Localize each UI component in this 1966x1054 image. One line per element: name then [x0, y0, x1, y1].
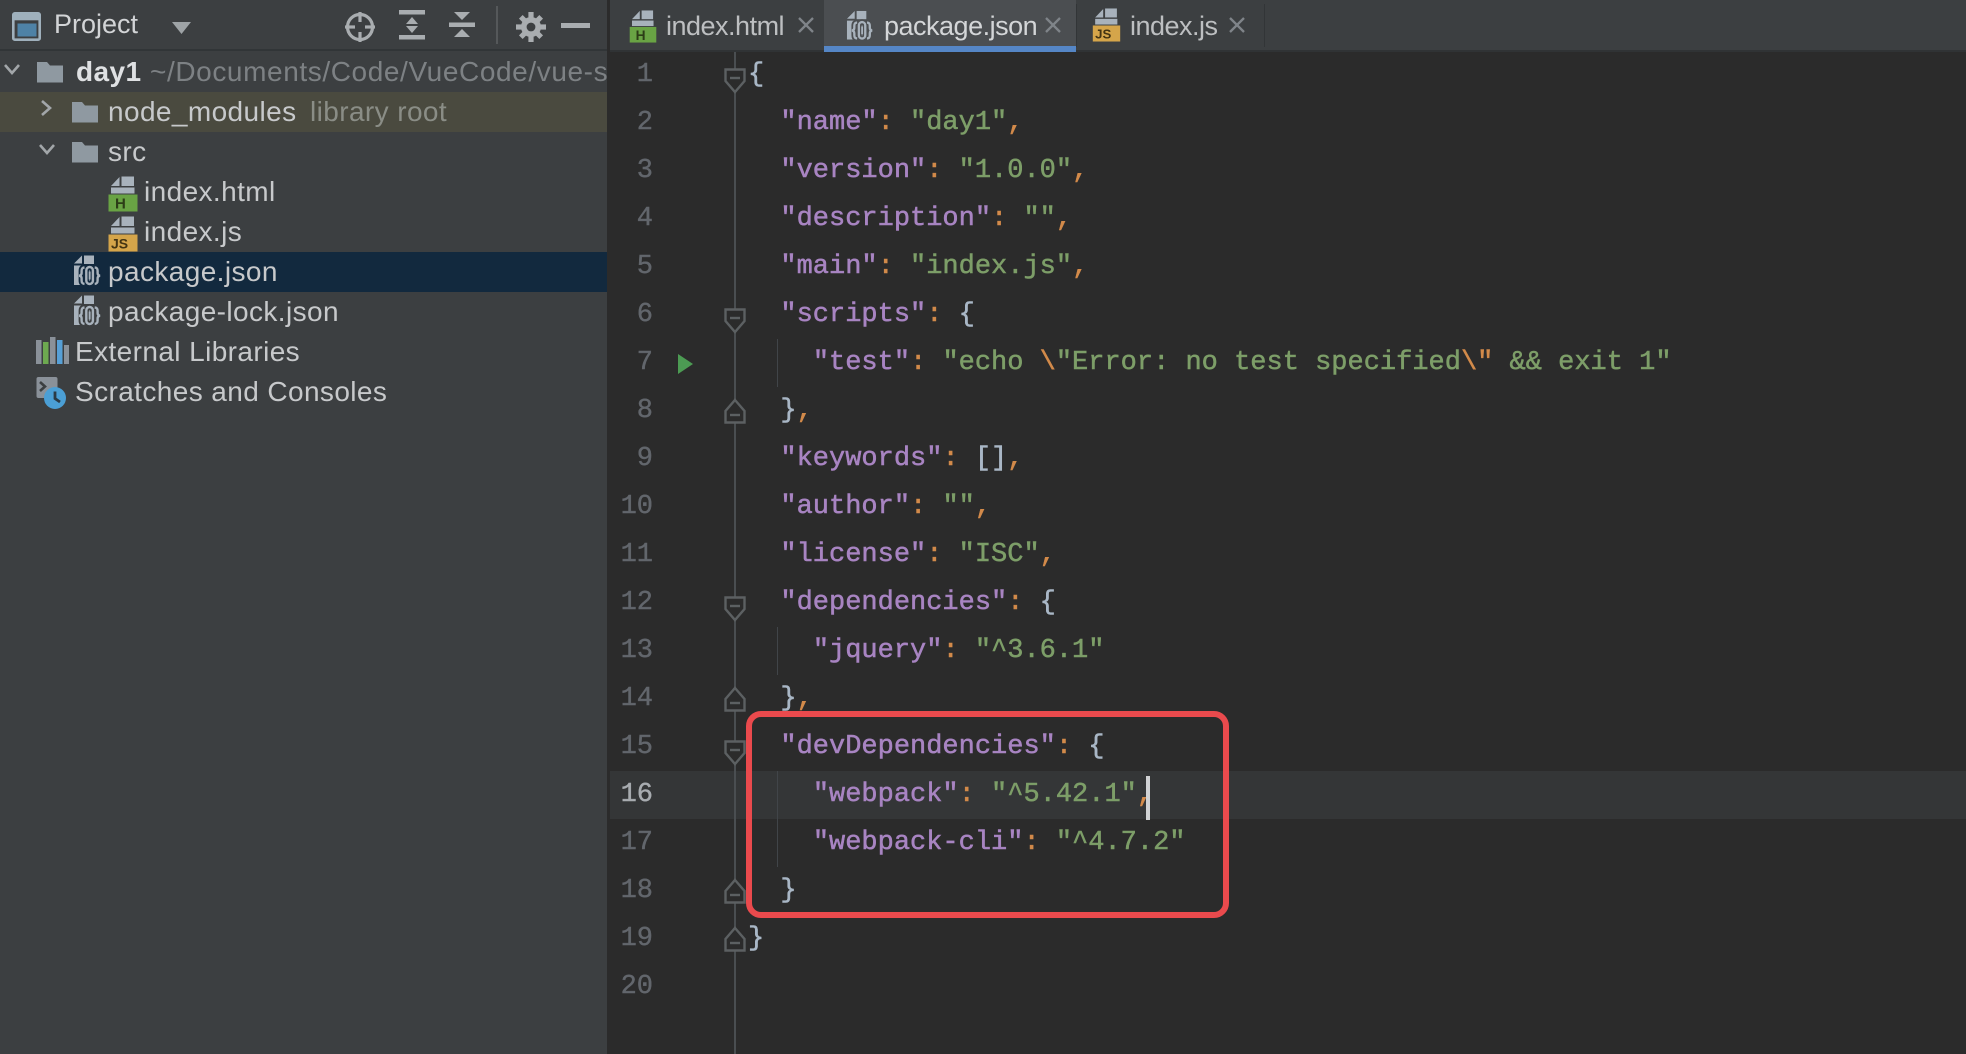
svg-text:H: H: [115, 196, 126, 213]
svg-text:JS: JS: [111, 236, 128, 252]
svg-text:JS: JS: [1095, 27, 1111, 42]
svg-text:H: H: [636, 28, 646, 43]
